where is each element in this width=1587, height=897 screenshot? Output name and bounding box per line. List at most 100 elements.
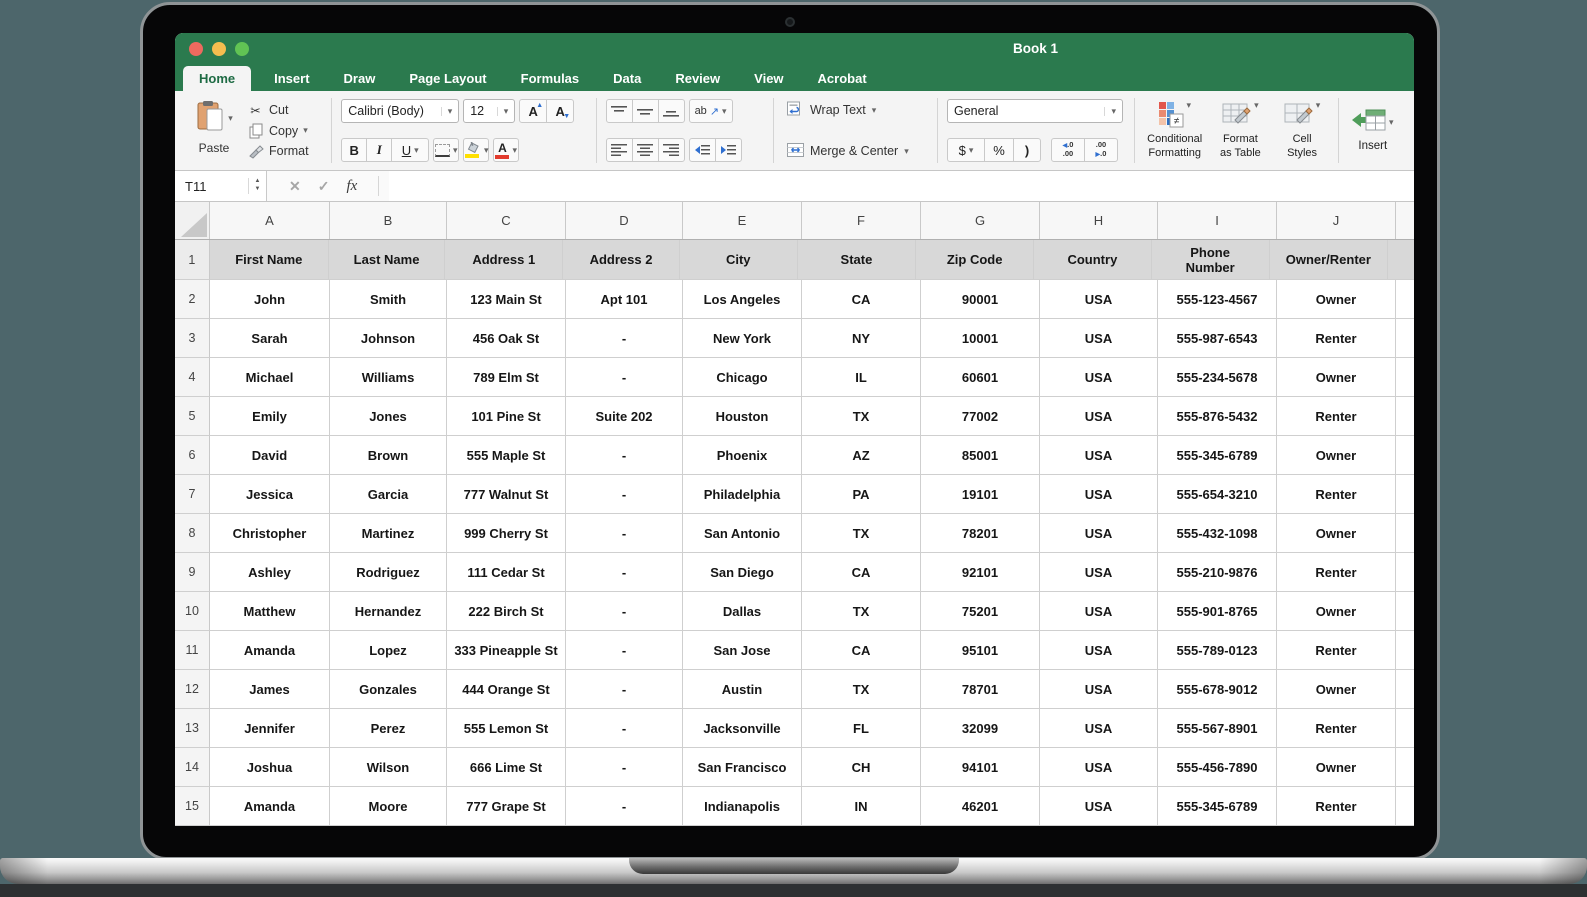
- row-header-4[interactable]: 4: [175, 358, 210, 397]
- tab-formulas[interactable]: Formulas: [510, 66, 591, 91]
- cell-G4[interactable]: 60601: [921, 358, 1040, 397]
- cell-F3[interactable]: NY: [802, 319, 921, 358]
- column-header-H[interactable]: H: [1040, 202, 1158, 239]
- bold-button[interactable]: B: [341, 138, 367, 162]
- cell-A12[interactable]: James: [210, 670, 330, 709]
- cell-J8[interactable]: Owner: [1277, 514, 1396, 553]
- cell-A4[interactable]: Michael: [210, 358, 330, 397]
- cell-A3[interactable]: Sarah: [210, 319, 330, 358]
- zoom-window-button[interactable]: [235, 42, 249, 56]
- cell-H1[interactable]: Country: [1034, 240, 1151, 280]
- cell-B3[interactable]: Johnson: [330, 319, 447, 358]
- tab-view[interactable]: View: [743, 66, 794, 91]
- name-box-spinner[interactable]: ▲▼: [248, 178, 266, 194]
- cell-C14[interactable]: 666 Lime St: [447, 748, 566, 787]
- cell-A8[interactable]: Christopher: [210, 514, 330, 553]
- enter-icon[interactable]: ✓: [318, 178, 330, 195]
- cell-D3[interactable]: -: [566, 319, 683, 358]
- cell-H13[interactable]: USA: [1040, 709, 1158, 748]
- cell-D4[interactable]: -: [566, 358, 683, 397]
- column-header-A[interactable]: A: [210, 202, 330, 239]
- cell-G11[interactable]: 95101: [921, 631, 1040, 670]
- conditional-formatting-caret[interactable]: ▾: [1186, 101, 1191, 110]
- currency-format-button[interactable]: $ ▾: [947, 138, 985, 162]
- insert-dropdown-caret[interactable]: ▾: [1389, 118, 1394, 127]
- cell-D9[interactable]: -: [566, 553, 683, 592]
- cell-J9[interactable]: Renter: [1277, 553, 1396, 592]
- cell-D2[interactable]: Apt 101: [566, 280, 683, 319]
- cell-E12[interactable]: Austin: [683, 670, 802, 709]
- orientation-dropdown-caret[interactable]: ▾: [722, 107, 727, 116]
- cell-D7[interactable]: -: [566, 475, 683, 514]
- wrap-text-dropdown-caret[interactable]: ▾: [872, 106, 877, 115]
- increase-font-size-button[interactable]: A▲: [519, 99, 547, 123]
- cell-H4[interactable]: USA: [1040, 358, 1158, 397]
- cell-E7[interactable]: Philadelphia: [683, 475, 802, 514]
- tab-data[interactable]: Data: [602, 66, 652, 91]
- cell-B8[interactable]: Martinez: [330, 514, 447, 553]
- cell-C4[interactable]: 789 Elm St: [447, 358, 566, 397]
- cell-G14[interactable]: 94101: [921, 748, 1040, 787]
- cell-F11[interactable]: CA: [802, 631, 921, 670]
- cell-G15[interactable]: 46201: [921, 787, 1040, 826]
- cell-I7[interactable]: 555-654-3210: [1158, 475, 1277, 514]
- cell-J2[interactable]: Owner: [1277, 280, 1396, 319]
- tab-review[interactable]: Review: [664, 66, 731, 91]
- cell-F1[interactable]: State: [798, 240, 916, 280]
- cell-A15[interactable]: Amanda: [210, 787, 330, 826]
- row-header-3[interactable]: 3: [175, 319, 210, 358]
- cell-B14[interactable]: Wilson: [330, 748, 447, 787]
- font-color-button[interactable]: A ▾: [493, 138, 519, 162]
- cell-C1[interactable]: Address 1: [445, 240, 563, 280]
- paste-dropdown-caret[interactable]: ▾: [228, 114, 233, 123]
- cell-F2[interactable]: CA: [802, 280, 921, 319]
- column-header-E[interactable]: E: [683, 202, 802, 239]
- column-header-J[interactable]: J: [1277, 202, 1396, 239]
- row-header-8[interactable]: 8: [175, 514, 210, 553]
- cell-C7[interactable]: 777 Walnut St: [447, 475, 566, 514]
- cell-I11[interactable]: 555-789-0123: [1158, 631, 1277, 670]
- cell-I13[interactable]: 555-567-8901: [1158, 709, 1277, 748]
- cell-H12[interactable]: USA: [1040, 670, 1158, 709]
- cell-B11[interactable]: Lopez: [330, 631, 447, 670]
- currency-dropdown-caret[interactable]: ▾: [969, 146, 974, 155]
- cell-I14[interactable]: 555-456-7890: [1158, 748, 1277, 787]
- cell-E5[interactable]: Houston: [683, 397, 802, 436]
- close-window-button[interactable]: [189, 42, 203, 56]
- cell-H6[interactable]: USA: [1040, 436, 1158, 475]
- align-center-button[interactable]: [632, 138, 659, 162]
- format-as-table-button[interactable]: ▾ Format as Table: [1209, 101, 1271, 159]
- cell-I5[interactable]: 555-876-5432: [1158, 397, 1277, 436]
- cell-B15[interactable]: Moore: [330, 787, 447, 826]
- cell-F12[interactable]: TX: [802, 670, 921, 709]
- cell-E15[interactable]: Indianapolis: [683, 787, 802, 826]
- row-header-1[interactable]: 1: [175, 240, 210, 280]
- align-middle-button[interactable]: [632, 99, 659, 123]
- cell-A6[interactable]: David: [210, 436, 330, 475]
- conditional-formatting-button[interactable]: ≠ ▾ Conditional Formatting: [1142, 101, 1208, 159]
- cancel-icon[interactable]: ✕: [289, 178, 301, 195]
- copy-button[interactable]: Copy ▾: [247, 121, 309, 141]
- font-color-dropdown-caret[interactable]: ▾: [512, 146, 517, 155]
- cell-C15[interactable]: 777 Grape St: [447, 787, 566, 826]
- cell-D6[interactable]: -: [566, 436, 683, 475]
- font-family-select[interactable]: Calibri (Body) ▾: [341, 99, 459, 123]
- row-header-12[interactable]: 12: [175, 670, 210, 709]
- cell-A7[interactable]: Jessica: [210, 475, 330, 514]
- cell-F4[interactable]: IL: [802, 358, 921, 397]
- column-header-I[interactable]: I: [1158, 202, 1277, 239]
- cell-E4[interactable]: Chicago: [683, 358, 802, 397]
- row-header-6[interactable]: 6: [175, 436, 210, 475]
- cell-B4[interactable]: Williams: [330, 358, 447, 397]
- cell-I1[interactable]: Phone Number: [1152, 240, 1270, 280]
- name-box[interactable]: T11 ▲▼: [175, 171, 267, 201]
- fill-color-button[interactable]: ▾: [463, 138, 489, 162]
- cell-C5[interactable]: 101 Pine St: [447, 397, 566, 436]
- insert-function-icon[interactable]: fx: [346, 178, 357, 195]
- underline-button[interactable]: U ▾: [391, 138, 429, 162]
- cell-styles-button[interactable]: ▾ Cell Styles: [1273, 101, 1331, 159]
- cell-G10[interactable]: 75201: [921, 592, 1040, 631]
- cell-J3[interactable]: Renter: [1277, 319, 1396, 358]
- cell-A11[interactable]: Amanda: [210, 631, 330, 670]
- cell-C11[interactable]: 333 Pineapple St: [447, 631, 566, 670]
